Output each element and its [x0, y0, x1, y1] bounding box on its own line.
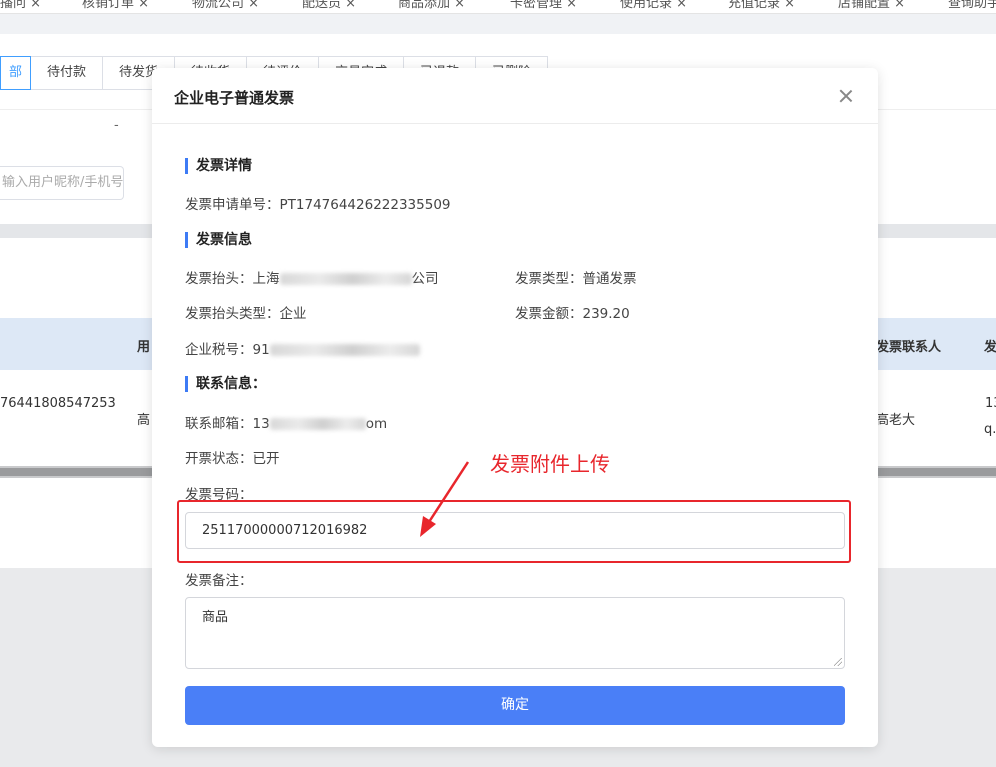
- table-cell-user: 高: [137, 413, 151, 428]
- invoice-header-type-value: 企业: [279, 306, 307, 322]
- section-title-invoice-detail: 发票详情: [185, 158, 252, 174]
- annotation-highlight-box: [177, 500, 851, 563]
- status-tab-unpaid[interactable]: 待付款: [31, 56, 104, 90]
- top-tab[interactable]: 店铺配置 ×: [838, 0, 905, 11]
- contact-email-value-prefix: 13: [252, 416, 270, 432]
- invoice-header-type-label: 发票抬头类型：: [185, 306, 280, 322]
- apply-number-row: 发票申请单号：PT174764426222335509: [185, 193, 451, 213]
- contact-email-row: 联系邮箱：13 om: [185, 412, 387, 432]
- dialog-header: 企业电子普通发票: [152, 68, 878, 124]
- apply-number-value: PT174764426222335509: [279, 197, 451, 213]
- invoice-header-value-prefix: 上海: [252, 271, 280, 287]
- top-tab[interactable]: 充值记录 ×: [728, 0, 795, 11]
- redacted-text: [269, 344, 420, 356]
- invoice-type-label: 发票类型：: [515, 271, 583, 287]
- resize-handle-icon[interactable]: [834, 658, 842, 666]
- invoice-remark-value: 商品: [202, 610, 229, 625]
- invoice-remark-textarea[interactable]: 商品: [185, 597, 845, 669]
- top-tab[interactable]: 核销订单 ×: [82, 0, 149, 11]
- annotation-label: 发票附件上传: [490, 452, 610, 476]
- section-title-contact-info: 联系信息：: [185, 376, 266, 392]
- top-tab[interactable]: 商品添加 ×: [398, 0, 465, 11]
- table-header-invoice-contact: 发票联系人: [876, 340, 942, 355]
- invoice-type-value: 普通发票: [582, 271, 637, 287]
- apply-number-label: 发票申请单号：: [185, 197, 280, 213]
- invoice-status-row: 开票状态：已开: [185, 447, 280, 467]
- invoice-header-row: 发票抬头：上海 公司: [185, 267, 439, 287]
- invoice-amount-value: 239.20: [582, 306, 630, 322]
- dialog-title: 企业电子普通发票: [174, 89, 295, 107]
- table-cell-contact: 高老大: [876, 413, 916, 428]
- invoice-dialog: 企业电子普通发票 发票详情 发票申请单号：PT17476442622233550…: [152, 68, 878, 747]
- top-tab[interactable]: 物流公司 ×: [192, 0, 259, 11]
- invoice-amount-row: 发票金额：239.20: [515, 302, 630, 322]
- invoice-amount-label: 发票金额：: [515, 306, 583, 322]
- close-icon[interactable]: [836, 86, 856, 106]
- confirm-button[interactable]: 确定: [185, 686, 845, 725]
- invoice-remark-label: 发票备注：: [185, 573, 253, 589]
- top-tab[interactable]: 卡密管理 ×: [510, 0, 577, 11]
- user-search-input[interactable]: 输入用户昵称/手机号: [0, 166, 124, 200]
- table-cell-phone: 13: [985, 396, 996, 411]
- table-header-invoice-phone: 发: [984, 340, 996, 355]
- invoice-header-value-suffix: 公司: [411, 271, 439, 287]
- date-range-separator: -: [114, 118, 119, 133]
- page-background: [0, 14, 996, 34]
- table-cell-order-no: 76441808547253: [0, 396, 116, 411]
- redacted-text: [279, 273, 412, 285]
- top-tab[interactable]: 配送员 ×: [302, 0, 356, 11]
- contact-email-value-suffix: om: [365, 416, 388, 432]
- section-title-invoice-info: 发票信息: [185, 232, 252, 248]
- invoice-type-row: 发票类型：普通发票: [515, 267, 637, 287]
- top-tab-bar: 播问 × 核销订单 × 物流公司 × 配送员 × 商品添加 × 卡密管理 × 使…: [0, 0, 996, 14]
- tax-number-row: 企业税号：91: [185, 338, 420, 358]
- status-tab-all[interactable]: 部: [0, 56, 32, 90]
- tax-number-label: 企业税号：: [185, 342, 253, 358]
- top-tab[interactable]: 查询助手: [948, 0, 996, 11]
- table-cell-phone-2: q.: [984, 422, 996, 437]
- top-tab[interactable]: 播问 ×: [0, 0, 41, 11]
- invoice-status-label: 开票状态：: [185, 451, 253, 467]
- top-tab[interactable]: 使用记录 ×: [620, 0, 687, 11]
- invoice-header-type-row: 发票抬头类型：企业: [185, 302, 307, 322]
- tax-number-value-prefix: 91: [252, 342, 270, 358]
- table-header-user: 用: [137, 340, 151, 355]
- redacted-text: [269, 418, 366, 430]
- invoice-header-label: 发票抬头：: [185, 271, 253, 287]
- contact-email-label: 联系邮箱：: [185, 416, 253, 432]
- invoice-status-value: 已开: [252, 451, 280, 467]
